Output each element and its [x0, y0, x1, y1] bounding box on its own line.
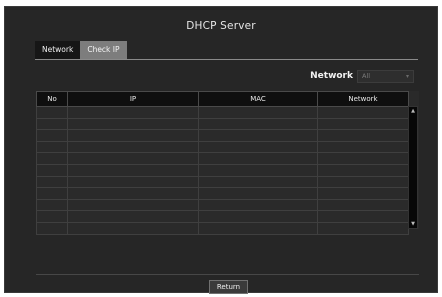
dialog-title: DHCP Server — [186, 20, 256, 32]
column-header-mac: MAC — [198, 91, 318, 107]
table-cell — [317, 175, 409, 189]
tab-bar: Network Check IP — [35, 41, 127, 59]
table-cell — [317, 198, 409, 212]
table-cell — [317, 152, 409, 165]
column-header-network: Network — [317, 91, 409, 107]
return-button[interactable]: Return — [209, 280, 248, 294]
table-cell — [67, 221, 199, 235]
table-cell — [198, 117, 318, 131]
arrow-down-icon[interactable]: ▼ — [409, 220, 417, 228]
table-cell — [67, 163, 199, 177]
table-cell — [67, 175, 199, 189]
table-cell — [67, 117, 199, 131]
table-row[interactable] — [36, 198, 409, 212]
table-row[interactable] — [36, 117, 409, 131]
table-row[interactable] — [36, 187, 409, 200]
table-cell — [317, 163, 409, 177]
table-row[interactable] — [36, 221, 409, 235]
table-cell — [317, 221, 409, 235]
table-cell — [317, 117, 409, 131]
table-row[interactable] — [36, 163, 409, 177]
network-filter-select[interactable]: All ▾ — [357, 69, 414, 83]
network-filter-value: All — [362, 71, 371, 80]
table-cell — [198, 187, 318, 200]
dhcp-server-dialog: DHCP Server Network Check IP Network All… — [4, 6, 438, 294]
table-cell — [36, 106, 68, 119]
chevron-down-icon: ▾ — [405, 72, 409, 80]
table-row[interactable] — [36, 152, 409, 165]
table-cell — [67, 152, 199, 165]
table-cell — [36, 163, 68, 177]
table-cell — [36, 210, 68, 223]
table-row[interactable] — [36, 140, 409, 154]
table-header-row: No IP MAC Network — [36, 91, 409, 107]
table-cell — [198, 198, 318, 212]
tab-check-ip[interactable]: Check IP — [80, 41, 127, 59]
network-filter-label: Network — [310, 71, 353, 81]
table-cell — [36, 198, 68, 212]
table-cell — [198, 210, 318, 223]
table-row[interactable] — [36, 175, 409, 189]
table-cell — [36, 140, 68, 154]
table-row[interactable] — [36, 106, 409, 119]
network-filter: Network All ▾ — [310, 69, 414, 83]
table-cell — [36, 117, 68, 131]
table-cell — [67, 106, 199, 119]
table-cell — [36, 129, 68, 142]
table-cell — [317, 140, 409, 154]
table-cell — [317, 129, 409, 142]
table-cell — [36, 187, 68, 200]
ip-table: No IP MAC Network ▲ ▼ — [36, 91, 419, 235]
column-header-no: No — [36, 91, 68, 107]
table-cell — [198, 152, 318, 165]
table-cell — [198, 175, 318, 189]
table-cell — [67, 198, 199, 212]
tab-network[interactable]: Network — [35, 41, 81, 59]
table-cell — [67, 140, 199, 154]
table-scrollbar[interactable]: ▲ ▼ — [408, 106, 418, 229]
table-cell — [198, 106, 318, 119]
table-cell — [198, 221, 318, 235]
tab-divider — [35, 59, 418, 60]
arrow-up-icon[interactable]: ▲ — [409, 107, 417, 115]
table-cell — [317, 210, 409, 223]
table-cell — [198, 140, 318, 154]
footer-divider — [36, 274, 419, 275]
table-cell — [198, 163, 318, 177]
table-cell — [317, 187, 409, 200]
table-cell — [198, 129, 318, 142]
table-cell — [67, 129, 199, 142]
table-cell — [67, 187, 199, 200]
table-row[interactable] — [36, 129, 409, 142]
table-cell — [317, 106, 409, 119]
table-cell — [36, 152, 68, 165]
column-header-ip: IP — [67, 91, 199, 107]
table-cell — [67, 210, 199, 223]
table-cell — [36, 175, 68, 189]
table-row[interactable] — [36, 210, 409, 223]
table-cell — [36, 221, 68, 235]
